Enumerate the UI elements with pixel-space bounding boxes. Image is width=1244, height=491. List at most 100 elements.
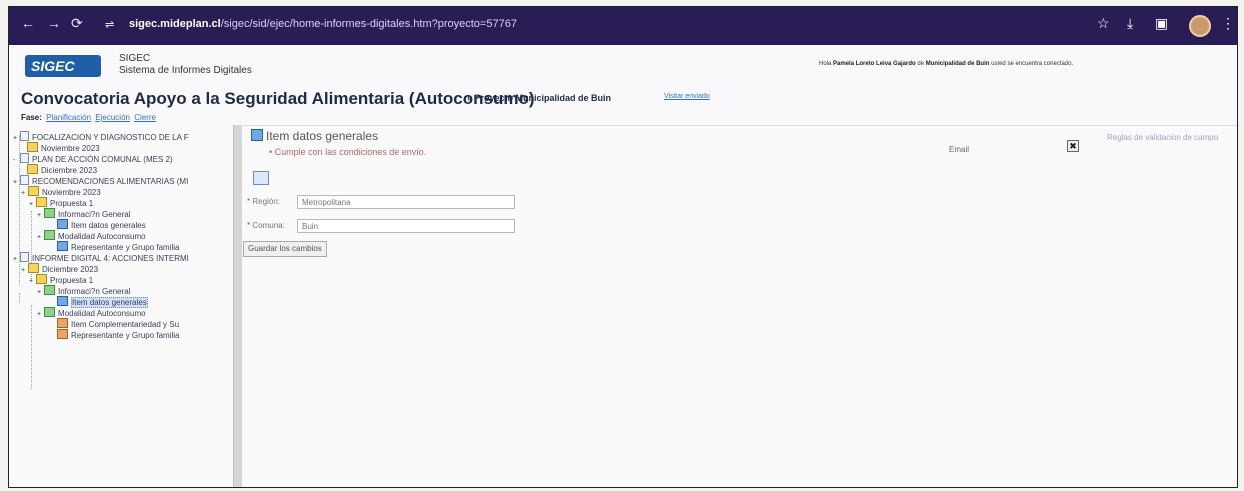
status-text: Cumple con las condiciones de envío. bbox=[274, 147, 427, 157]
phase-link-ejecucion[interactable]: Ejecución bbox=[95, 113, 130, 122]
reload-icon[interactable]: ⟳ bbox=[71, 15, 83, 32]
tree-node[interactable]: + Modalidad Autoconsumo bbox=[37, 230, 146, 241]
tree-node-label: Informaci?n General bbox=[58, 210, 131, 219]
screen-frame: ← → ⟳ ⇌ sigec.mideplan.cl/sigec/sid/ejec… bbox=[8, 6, 1238, 488]
tree-node-label: Modalidad Autoconsumo bbox=[58, 309, 146, 318]
tree-node[interactable]: + INFORME DIGITAL 4: ACCIONES INTERMI bbox=[13, 252, 189, 263]
doc-icon bbox=[20, 175, 29, 185]
greeting-prefix: Hola bbox=[819, 61, 832, 67]
bookmark-star-icon[interactable]: ☆ bbox=[1097, 15, 1110, 32]
address-bar[interactable]: sigec.mideplan.cl/sigec/sid/ejec/home-in… bbox=[129, 18, 517, 30]
comuna-label: * Comuna: bbox=[247, 221, 285, 230]
item-icon bbox=[251, 129, 263, 141]
phase-link-cierre[interactable]: Cierre bbox=[134, 113, 156, 122]
tree-node[interactable]: + Propuesta 1 bbox=[29, 197, 93, 208]
item-icon bbox=[57, 241, 68, 251]
app-title: SIGEC Sistema de Informes Digitales bbox=[119, 53, 252, 77]
info-folder-icon bbox=[44, 307, 55, 317]
item-red-icon bbox=[57, 318, 68, 328]
doc-icon bbox=[20, 153, 29, 163]
url-host: sigec.mideplan.cl bbox=[129, 18, 221, 30]
tree-node-selected[interactable]: Item datos generales bbox=[57, 296, 148, 308]
tree-node-label: RECOMENDACIONES ALIMENTARIAS (MI bbox=[32, 177, 189, 186]
comuna-field[interactable]: Buin bbox=[297, 219, 515, 233]
region-label: * Región: bbox=[247, 197, 280, 206]
visit-sent-link[interactable]: Visitar enviado bbox=[664, 93, 710, 100]
tree-node[interactable]: Diciembre 2023 bbox=[27, 164, 97, 175]
tree-node-label: Propuesta 1 bbox=[50, 276, 94, 285]
greeting-mid: de bbox=[917, 61, 925, 67]
tree-node-label: Informaci?n General bbox=[58, 287, 131, 296]
tree-node-label: Representante y Grupo familia bbox=[71, 331, 180, 340]
item-icon bbox=[57, 219, 68, 229]
doc-icon bbox=[20, 252, 29, 262]
profile-avatar[interactable] bbox=[1189, 15, 1211, 37]
site-info-icon[interactable]: ⇌ bbox=[105, 18, 114, 31]
tree-node-label: Noviembre 2023 bbox=[41, 144, 100, 153]
tree-node[interactable]: Noviembre 2023 bbox=[27, 142, 100, 153]
email-link[interactable]: Email bbox=[949, 145, 969, 154]
menu-icon[interactable]: ⋮ bbox=[1221, 15, 1235, 32]
edit-icon[interactable] bbox=[253, 171, 269, 185]
tree-node-label: Diciembre 2023 bbox=[41, 166, 98, 175]
tree-node-label: Diciembre 2023 bbox=[42, 265, 99, 274]
folder-icon bbox=[36, 197, 47, 207]
item-title-text: Item datos generales bbox=[266, 129, 379, 143]
url-path: /sigec/sid/ejec/home-informes-digitales.… bbox=[220, 18, 517, 30]
status-message: • Cumple con las condiciones de envío. bbox=[269, 147, 427, 157]
tree-node[interactable]: - PLAN DE ACCIÓN COMUNAL (MES 2) bbox=[13, 153, 173, 164]
project-name: » Proyecto Municipalidad de Buin bbox=[467, 93, 612, 103]
tree-node[interactable]: + Noviembre 2023 bbox=[21, 186, 101, 197]
user-org: Municipalidad de Buin bbox=[925, 61, 990, 67]
region-field[interactable]: Metropolitana bbox=[297, 195, 515, 209]
folder-icon bbox=[27, 142, 38, 152]
forward-icon[interactable]: → bbox=[47, 15, 61, 31]
user-greeting: Hola Pamela Loreto Leiva Gajardo de Muni… bbox=[819, 61, 1073, 67]
tree-node-label: PLAN DE ACCIÓN COMUNAL (MES 2) bbox=[32, 155, 173, 164]
doc-icon bbox=[20, 131, 29, 141]
tree-node-label: Representante y Grupo familia bbox=[71, 243, 180, 252]
tree-node[interactable]: + FOCALIZACION Y DIAGNOSTICO DE LA F bbox=[13, 131, 189, 142]
tree-node[interactable]: + Propuesta 1 bbox=[29, 274, 93, 285]
folder-icon bbox=[28, 263, 39, 273]
tree-node[interactable]: + RECOMENDACIONES ALIMENTARIAS (MI bbox=[13, 175, 188, 186]
download-icon[interactable]: ⤓ bbox=[1127, 15, 1133, 32]
tree-node[interactable]: Representante y Grupo familia bbox=[57, 241, 180, 252]
tree-node[interactable]: + Informaci?n General bbox=[37, 208, 130, 219]
tree-node[interactable]: + Informaci?n General bbox=[37, 285, 130, 296]
folder-icon bbox=[36, 274, 47, 284]
item-icon bbox=[57, 296, 68, 306]
tree-node-label: INFORME DIGITAL 4: ACCIONES INTERMI bbox=[32, 254, 189, 263]
close-icon[interactable]: ✖ bbox=[1067, 140, 1079, 152]
tree-node[interactable]: Representante y Grupo familia bbox=[57, 329, 180, 340]
app-header: SIGEC SIGEC Sistema de Informes Digitale… bbox=[9, 45, 1237, 126]
region-label-text: Región: bbox=[252, 197, 280, 206]
save-button[interactable]: Guardar los cambios bbox=[243, 241, 327, 257]
app-name: SIGEC bbox=[119, 53, 151, 64]
tree-node-label: FOCALIZACION Y DIAGNOSTICO DE LA F bbox=[32, 133, 189, 142]
tree-node-label: Modalidad Autoconsumo bbox=[58, 232, 146, 241]
phase-nav: Fase: Planificación Ejecución Cierre bbox=[21, 113, 156, 122]
phase-label: Fase: bbox=[21, 113, 42, 122]
app-subtitle: Sistema de Informes Digitales bbox=[119, 65, 252, 76]
tree-node-label: Item Complementariedad y Su bbox=[71, 320, 180, 329]
side-panel-icon[interactable]: ▣ bbox=[1155, 15, 1168, 32]
item-red-icon bbox=[57, 329, 68, 339]
tree-node[interactable]: Item Complementariedad y Su bbox=[57, 318, 179, 329]
folder-icon bbox=[27, 164, 38, 174]
sigec-logo: SIGEC bbox=[25, 55, 101, 77]
browser-toolbar: ← → ⟳ ⇌ sigec.mideplan.cl/sigec/sid/ejec… bbox=[9, 7, 1237, 45]
validation-rules-link[interactable]: Reglas de validación de campo bbox=[1107, 133, 1218, 142]
tree-node-label: Propuesta 1 bbox=[50, 199, 94, 208]
tree-node[interactable]: Item datos generales bbox=[57, 219, 146, 230]
tree-node[interactable]: + Diciembre 2023 bbox=[21, 263, 98, 274]
info-folder-icon bbox=[44, 208, 55, 218]
back-icon[interactable]: ← bbox=[21, 15, 35, 31]
user-name: Pamela Loreto Leiva Gajardo bbox=[833, 61, 916, 67]
phase-link-planificacion[interactable]: Planificación bbox=[46, 113, 91, 122]
greeting-suffix: usted se encuentra conectado. bbox=[991, 61, 1074, 67]
tree-node[interactable]: + Modalidad Autoconsumo bbox=[37, 307, 146, 318]
report-tree: + FOCALIZACION Y DIAGNOSTICO DE LA F Novi… bbox=[9, 125, 233, 487]
tree-node-label: Noviembre 2023 bbox=[42, 188, 101, 197]
folder-icon bbox=[28, 186, 39, 196]
